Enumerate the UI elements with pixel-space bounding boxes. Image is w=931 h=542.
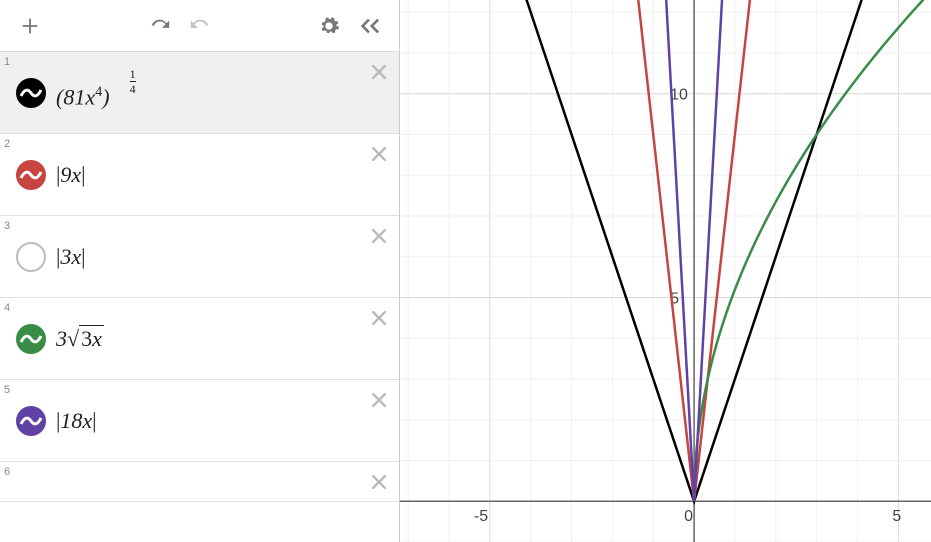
add-expression-button[interactable]	[10, 6, 50, 46]
expression-row-2[interactable]: 2 |9x|	[0, 134, 399, 216]
graph-canvas[interactable]: -505510	[400, 0, 931, 542]
expression-row-3[interactable]: 3 |3x|	[0, 216, 399, 298]
expression-index: 3	[4, 220, 10, 232]
delete-expression-button[interactable]	[369, 472, 389, 497]
expression-formula[interactable]: |18x|	[56, 408, 97, 434]
expression-color-icon[interactable]	[16, 78, 46, 108]
expression-color-icon[interactable]	[16, 160, 46, 190]
svg-text:-5: -5	[474, 508, 488, 525]
expression-color-icon[interactable]	[16, 242, 46, 272]
delete-expression-button[interactable]	[369, 390, 389, 415]
expression-index: 6	[4, 466, 10, 478]
expression-index: 4	[4, 302, 10, 314]
collapse-sidebar-button[interactable]	[349, 6, 389, 46]
expression-index: 5	[4, 384, 10, 396]
toolbar	[0, 0, 399, 52]
expression-index: 1	[4, 56, 10, 68]
expression-row-1[interactable]: 1 (81x4) 14	[0, 52, 399, 134]
expression-row-4[interactable]: 4 3√3x	[0, 298, 399, 380]
svg-text:0: 0	[684, 508, 693, 525]
expression-list: 1 (81x4) 14 2 |9x| 3 |3x| 4 3√3x 5 |18x| 6	[0, 52, 399, 542]
expression-formula[interactable]: |3x|	[56, 244, 86, 270]
delete-expression-button[interactable]	[369, 226, 389, 251]
delete-expression-button[interactable]	[369, 62, 389, 87]
expression-color-icon[interactable]	[16, 406, 46, 436]
settings-button[interactable]	[309, 6, 349, 46]
svg-text:5: 5	[892, 508, 901, 525]
expression-sidebar: 1 (81x4) 14 2 |9x| 3 |3x| 4 3√3x 5 |18x| 6	[0, 0, 400, 542]
expression-formula[interactable]: |9x|	[56, 162, 86, 188]
delete-expression-button[interactable]	[369, 144, 389, 169]
expression-formula[interactable]: (81x4) 14	[56, 74, 136, 110]
expression-color-icon[interactable]	[16, 324, 46, 354]
delete-expression-button[interactable]	[369, 308, 389, 333]
undo-button[interactable]	[140, 6, 180, 46]
redo-button[interactable]	[180, 6, 220, 46]
expression-index: 2	[4, 138, 10, 150]
expression-row-6[interactable]: 6	[0, 462, 399, 502]
expression-row-5[interactable]: 5 |18x|	[0, 380, 399, 462]
expression-formula[interactable]: 3√3x	[56, 326, 104, 352]
